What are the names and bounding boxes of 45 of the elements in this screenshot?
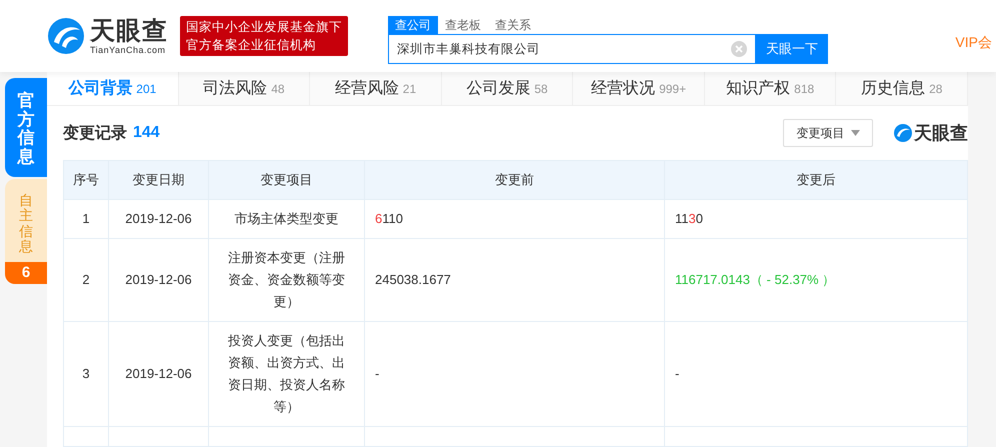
after-value: 1130 [675,211,703,226]
table-cell: 注册资本变更（注册资金、资金数额等变更） [208,238,364,322]
before-value: 245038.1677 [375,272,451,287]
caret-icon [850,130,860,136]
column-header: 变更后 [664,160,968,200]
logo-icon [46,16,86,56]
search-tab[interactable]: 查公司 [388,16,438,34]
table-cell: 3 [64,322,108,426]
section-title: 变更记录 [63,123,127,144]
category-tab[interactable]: 司法风险 48 [178,72,310,105]
logo-icon [893,123,913,143]
category-tab[interactable]: 公司背景 201 [47,72,179,105]
before-value: - [375,366,380,381]
logo-domain: TianYanCha.com [90,45,167,55]
column-header: 序号 [64,160,108,200]
side-tab[interactable]: 官方信息 [5,78,47,177]
filter-dropdown[interactable]: 变更项目 [783,119,873,147]
search-tab[interactable]: 查关系 [488,16,538,34]
after-value: 116717.0143（ - 52.37% ） [675,272,836,287]
table-cell: 2 [64,238,108,322]
table-cell: 2019-12-06 [108,322,208,426]
table-cell: 市场主体类型变更 [208,200,364,238]
before-value: 6110 [375,211,403,226]
table-cell: 1 [64,200,108,238]
category-tab[interactable]: 经营状况 999+ [573,72,705,105]
after-value: - [675,366,680,381]
search-button[interactable]: 天眼一下 [756,34,828,64]
table-cell: 2019-12-06 [108,238,208,322]
category-tab[interactable]: 公司发展 58 [442,72,574,105]
search-field[interactable]: 深圳市丰巢科技有限公司 [388,34,756,64]
search-tab[interactable]: 查老板 [438,16,488,34]
category-tab[interactable]: 历史信息 28 [836,72,968,105]
badge-line: 国家中小企业发展基金旗下 [186,19,342,36]
table-cell: 投资人变更（包括出资额、出资方式、出资日期、投资人名称等） [208,322,364,426]
category-tab[interactable]: 知识产权 818 [704,72,836,105]
clear-icon[interactable] [731,41,747,57]
table-cell: 2019-12-06 [108,200,208,238]
column-header: 变更项目 [208,160,364,200]
column-header: 变更日期 [108,160,208,200]
logo-name: 天眼查 [90,17,168,45]
badge-line: 官方备案企业征信机构 [186,37,317,54]
column-header: 变更前 [364,160,664,200]
record-count: 144 [133,124,160,142]
category-tab[interactable]: 经营风险 21 [310,72,442,105]
brand-name: 天眼查 [914,122,968,145]
